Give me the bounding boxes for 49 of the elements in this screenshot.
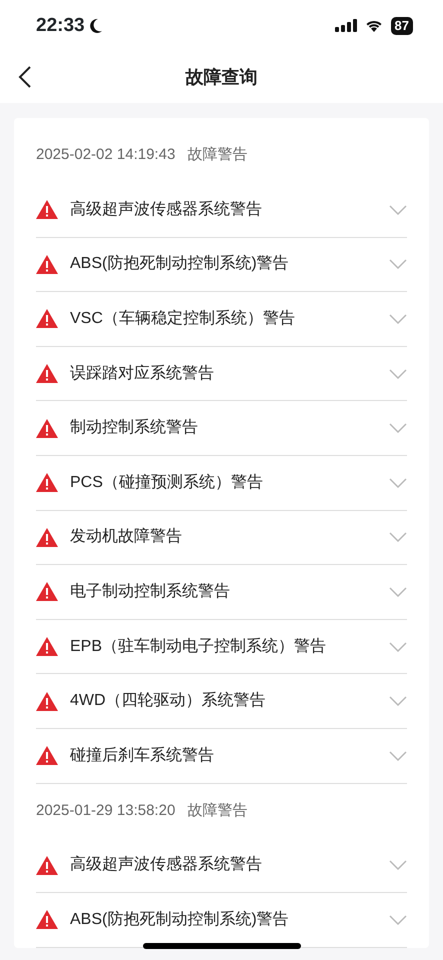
fault-row[interactable]: PCS（碰撞预测系统）警告 xyxy=(36,456,407,511)
chevron-icon xyxy=(389,478,407,488)
warning-icon xyxy=(36,582,58,602)
alert-type: 故障警告 xyxy=(187,145,248,166)
alert-type: 故障警告 xyxy=(187,800,248,821)
chevron-icon xyxy=(389,259,407,270)
chevron-icon xyxy=(389,204,407,215)
timestamp: 2025-01-29 13:58:20 xyxy=(36,800,176,821)
warning-icon xyxy=(36,473,58,492)
chevron-icon xyxy=(389,314,407,324)
fault-row[interactable]: ABS(防抱死制动控制系统)警告 xyxy=(36,238,407,292)
fault-row[interactable]: 误踩踏对应系统警告 xyxy=(36,346,407,402)
chevron-icon xyxy=(389,368,407,379)
fault-row[interactable]: EPB（驻车制动电子控制系统）警告 xyxy=(36,620,407,674)
warning-icon xyxy=(36,746,58,766)
wifi-icon xyxy=(364,19,383,33)
chevron-icon xyxy=(389,696,407,706)
warning-icon xyxy=(36,856,58,875)
chevron-icon xyxy=(389,532,407,542)
warning-icon xyxy=(36,254,58,274)
chevron-icon xyxy=(389,860,407,870)
fault-row[interactable]: 高级超声波传感器系统警告 xyxy=(36,183,407,238)
warning-icon xyxy=(36,637,58,656)
warning-icon xyxy=(36,200,58,220)
fault-row[interactable]: VSC（车辆稳定控制系统）警告 xyxy=(36,292,407,347)
fault-row[interactable]: 碰撞后刹车系统警告 xyxy=(36,728,407,784)
back-button[interactable] xyxy=(18,65,32,90)
moon-icon xyxy=(88,18,103,34)
clock: 22:33 xyxy=(36,14,85,38)
fault-row[interactable]: 4WD（四轮驱动）系统警告 xyxy=(36,674,407,729)
warning-icon xyxy=(36,528,58,547)
fault-row[interactable]: 电子制动控制系统警告 xyxy=(36,565,407,620)
warning-icon xyxy=(36,910,58,930)
fault-row[interactable]: 高级超声波传感器系统警告 xyxy=(36,838,407,894)
warning-icon xyxy=(36,692,58,711)
chevron-icon xyxy=(389,914,407,925)
fault-row[interactable]: 制动控制系统警告 xyxy=(36,401,407,456)
page-title: 故障查询 xyxy=(186,66,258,89)
battery-level: 87 xyxy=(390,17,413,35)
warning-icon xyxy=(36,364,58,384)
signal-icon xyxy=(334,19,357,33)
chevron-icon xyxy=(389,642,407,652)
chevron-icon xyxy=(389,750,407,761)
warning-icon xyxy=(36,309,58,328)
timestamp: 2025-02-02 14:19:43 xyxy=(36,145,176,166)
chevron-icon xyxy=(389,423,407,434)
chevron-icon xyxy=(389,586,407,597)
fault-row[interactable]: 发动机故障警告 xyxy=(36,510,407,566)
warning-icon xyxy=(36,418,58,438)
